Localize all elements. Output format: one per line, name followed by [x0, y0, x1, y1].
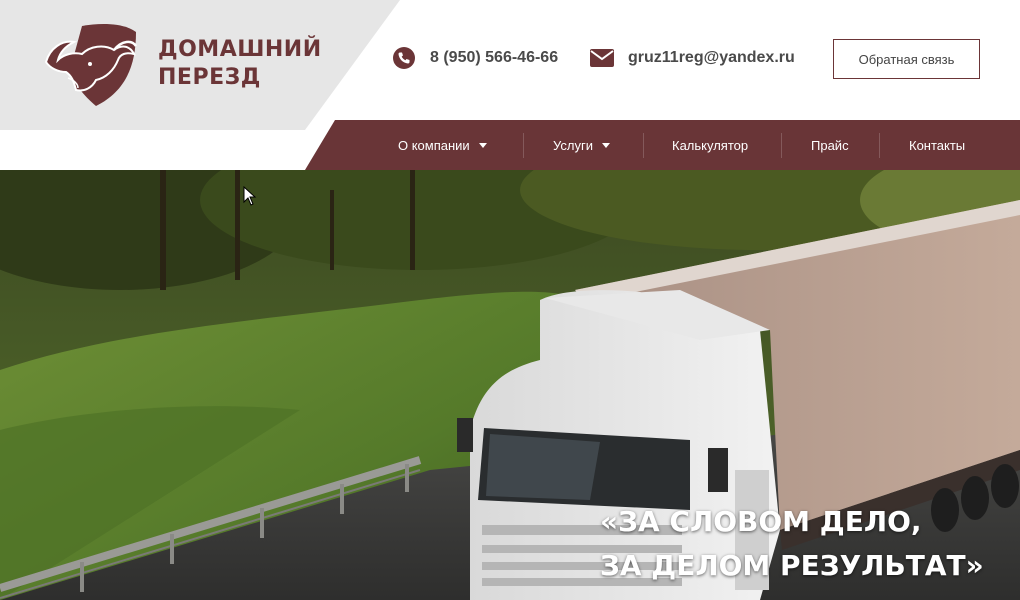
- bull-head-icon[interactable]: [44, 22, 140, 108]
- hero-slogan-line-2: ЗА ДЕЛОМ РЕЗУЛЬТАТ»: [600, 549, 984, 582]
- brand-line-1: ДОМАШНИЙ: [158, 37, 322, 62]
- phone-number: 8 (950) 566-46-66: [430, 49, 559, 66]
- logo-text[interactable]: ДОМАШНИЙ ПЕРЕЗД: [158, 36, 322, 92]
- email-contact[interactable]: gruz11reg@yandex.ru: [590, 44, 795, 72]
- chevron-down-icon: [478, 142, 487, 148]
- email-address: gruz11reg@yandex.ru: [628, 49, 795, 66]
- hero-banner: «ЗА СЛОВОМ ДЕЛО, ЗА ДЕЛОМ РЕЗУЛЬТАТ»: [0, 170, 1020, 600]
- nav-divider: [781, 133, 782, 158]
- nav-item-services[interactable]: Услуги: [553, 120, 610, 170]
- nav-divider: [643, 133, 644, 158]
- hero-slogan-line-1: «ЗА СЛОВОМ ДЕЛО,: [600, 505, 922, 538]
- nav-divider: [523, 133, 524, 158]
- main-nav: О компании Услуги Калькулятор Прайс Конт…: [305, 120, 1020, 170]
- nav-item-about[interactable]: О компании: [398, 120, 487, 170]
- nav-label: Услуги: [553, 137, 593, 153]
- nav-label: Прайс: [811, 137, 849, 153]
- phone-contact[interactable]: 8 (950) 566-46-66: [392, 44, 558, 72]
- brand-line-2: ПЕРЕЗД: [158, 65, 261, 90]
- nav-label: Контакты: [909, 137, 966, 153]
- nav-divider: [879, 133, 880, 158]
- nav-item-calculator[interactable]: Калькулятор: [672, 120, 748, 170]
- nav-label: Калькулятор: [672, 137, 749, 153]
- hero-slogan: «ЗА СЛОВОМ ДЕЛО, ЗА ДЕЛОМ РЕЗУЛЬТАТ»: [600, 500, 984, 588]
- page: ДОМАШНИЙ ПЕРЕЗД 8 (950) 566-46-66 gruz11…: [0, 0, 1020, 600]
- chevron-down-icon: [601, 142, 610, 148]
- feedback-button[interactable]: Обратная связь: [833, 39, 980, 79]
- site-header: ДОМАШНИЙ ПЕРЕЗД 8 (950) 566-46-66 gruz11…: [0, 0, 1020, 170]
- nav-label: О компании: [398, 137, 470, 153]
- mouse-cursor-icon: [243, 186, 257, 206]
- envelope-icon: [590, 46, 614, 70]
- phone-icon: [392, 46, 416, 70]
- nav-item-price[interactable]: Прайс: [811, 120, 849, 170]
- nav-item-contacts[interactable]: Контакты: [909, 120, 965, 170]
